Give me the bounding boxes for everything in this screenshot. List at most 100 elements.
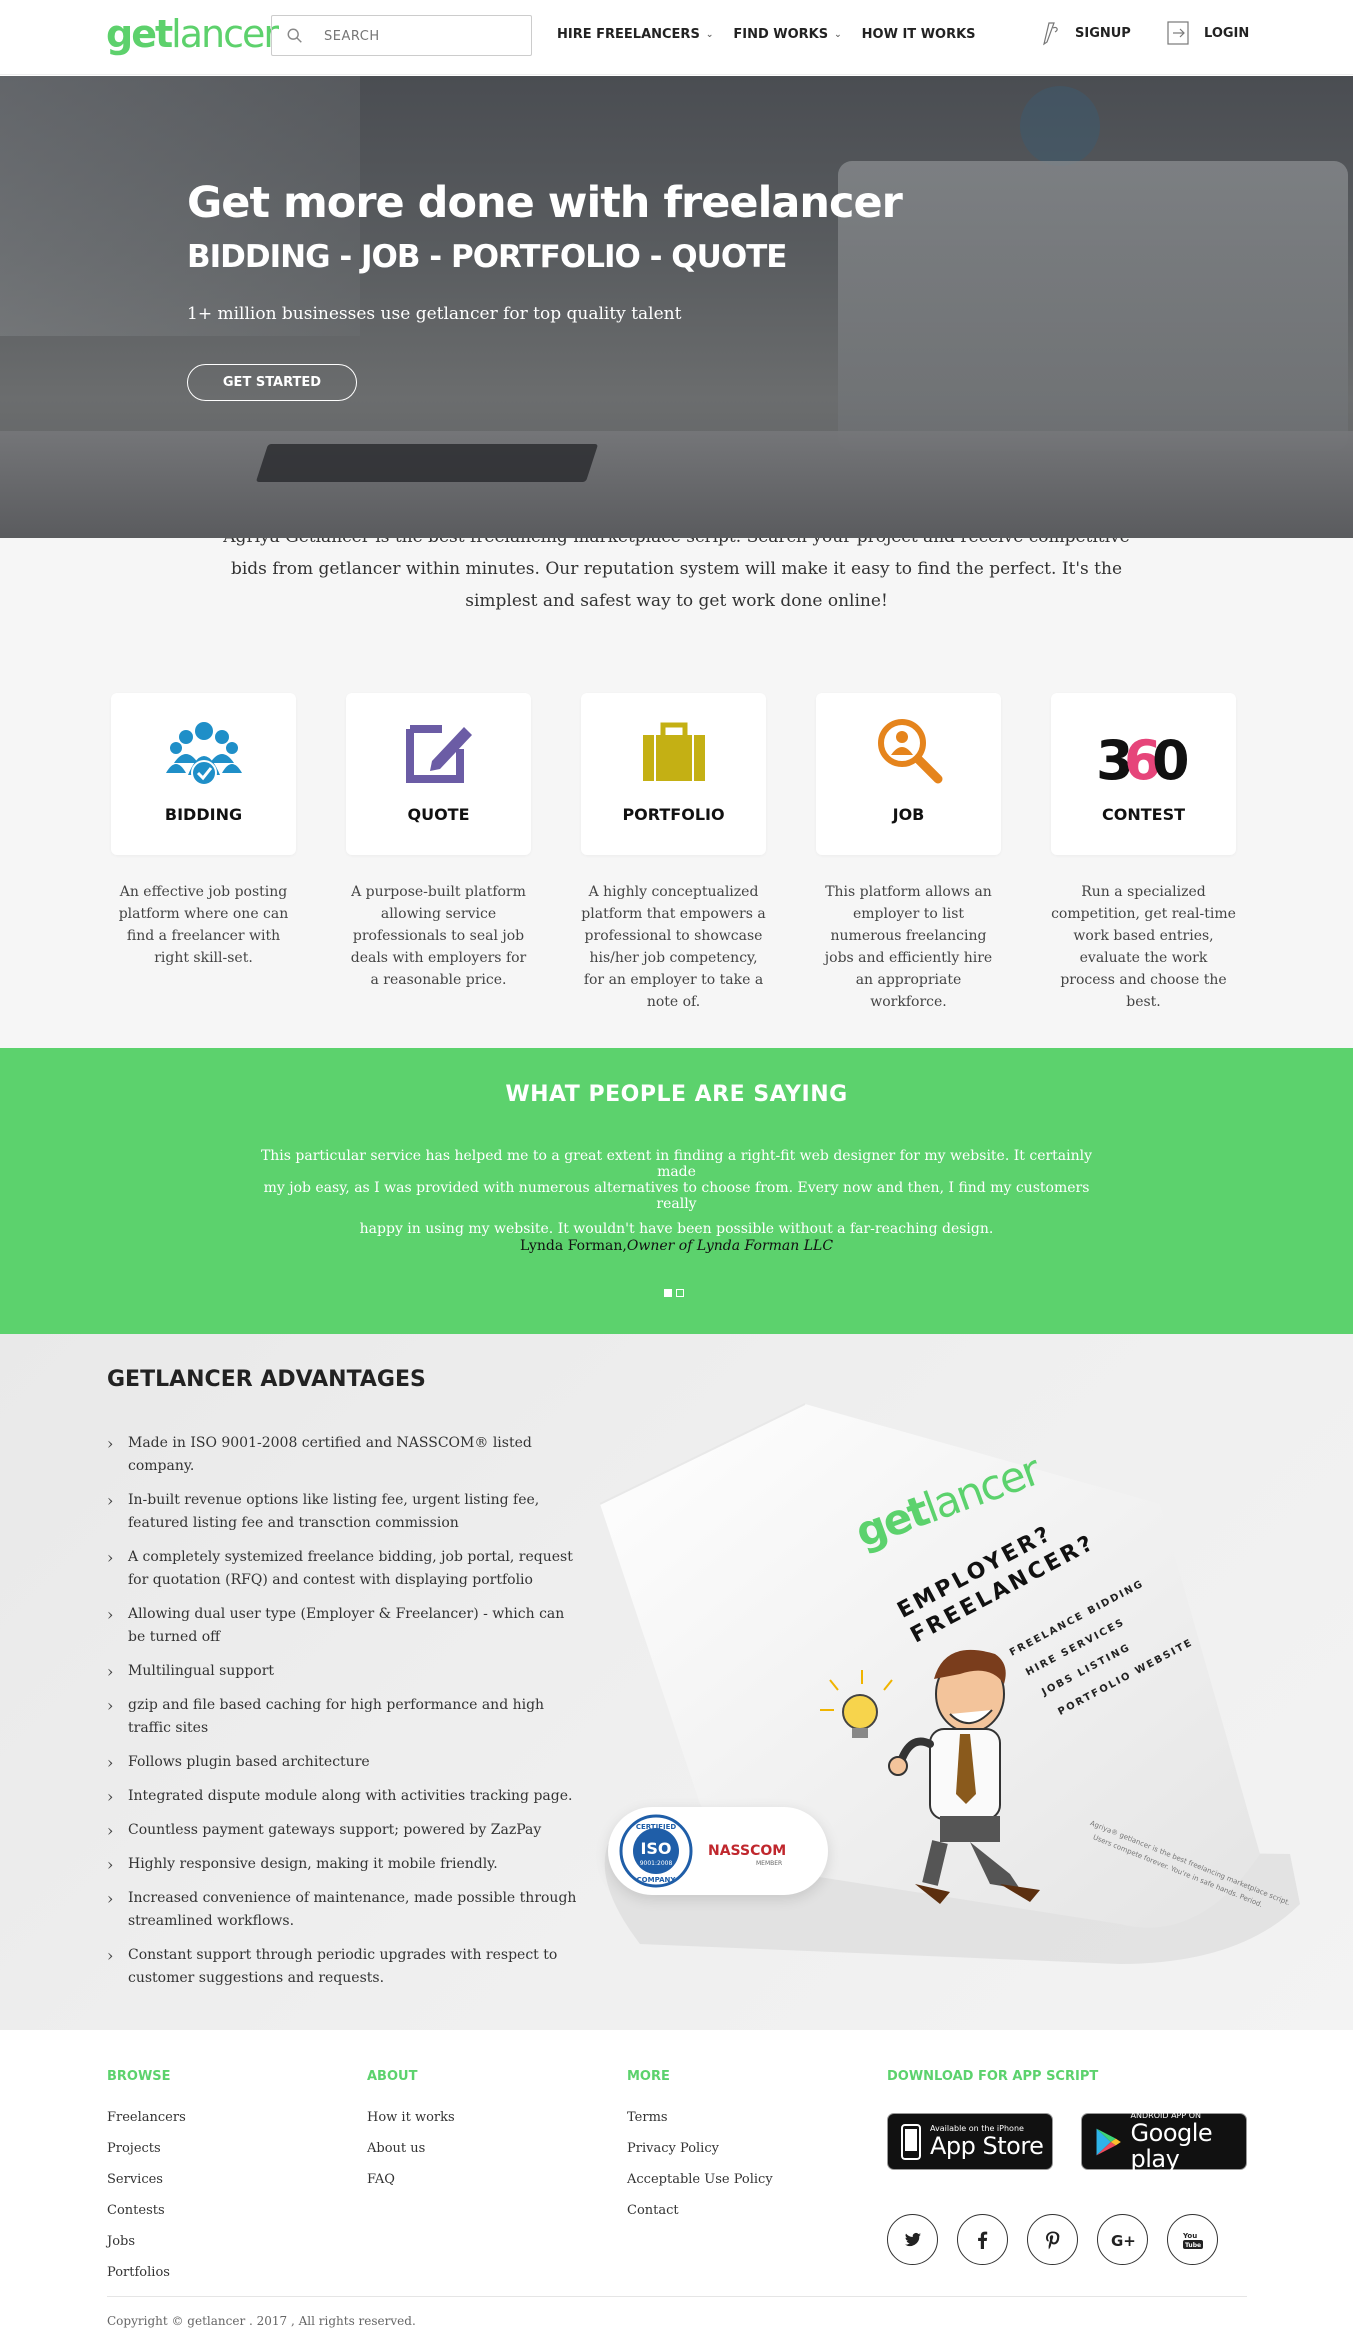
svg-text:You: You <box>1182 2232 1197 2240</box>
footer-about: ABOUT How it works About us FAQ <box>367 2069 455 2195</box>
gplay-big: Google play <box>1130 2119 1213 2173</box>
list-item: gzip and file based caching for high per… <box>107 1694 577 1740</box>
footer-link-privacy[interactable]: Privacy Policy <box>627 2133 773 2164</box>
svg-text:0: 0 <box>1152 729 1187 789</box>
facebook-icon <box>977 2231 987 2249</box>
logo-bold: get <box>106 12 173 56</box>
quote-line: my job easy, as I was provided with nume… <box>263 1180 1090 1212</box>
feature-label: JOB <box>892 805 925 824</box>
certification-badge: CERTIFIED ISO 9001:2008 COMPANY NASSCOM … <box>608 1807 828 1895</box>
feature-desc-portfolio: A highly conceptualized platform that em… <box>581 884 766 1010</box>
testimonial-quote: This particular service has helped me to… <box>255 1148 1098 1240</box>
signup-link[interactable]: SIGNUP <box>1035 18 1131 48</box>
carousel-dot-2[interactable] <box>676 1289 684 1297</box>
footer-browse: BROWSE Freelancers Projects Services Con… <box>107 2069 186 2288</box>
feature-card-job[interactable]: JOB <box>816 693 1001 855</box>
list-item: Constant support through periodic upgrad… <box>107 1944 577 1990</box>
footer-link-jobs[interactable]: Jobs <box>107 2226 186 2257</box>
feature-desc-contest: Run a specialized competition, get real-… <box>1051 884 1236 1010</box>
intro-section: Agriya Getlancer is the best freelancing… <box>0 538 1353 1048</box>
feature-card-portfolio[interactable]: PORTFOLIO <box>581 693 766 855</box>
google-play-button[interactable]: ANDROID APP ON Google play <box>1081 2111 1247 2173</box>
footer-more: MORE Terms Privacy Policy Acceptable Use… <box>627 2069 773 2226</box>
footer-link-freelancers[interactable]: Freelancers <box>107 2102 186 2133</box>
youtube-icon: You Tube <box>1182 2232 1203 2249</box>
list-item: Multilingual support <box>107 1660 577 1683</box>
list-item: Integrated dispute module along with act… <box>107 1785 577 1808</box>
facebook-button[interactable] <box>957 2214 1008 2265</box>
feature-desc-bidding: An effective job posting platform where … <box>118 884 289 966</box>
list-item: Allowing dual user type (Employer & Free… <box>107 1603 577 1649</box>
svg-text:G+: G+ <box>1111 2232 1135 2250</box>
search-box <box>271 15 532 56</box>
hero-tagline: 1+ million businesses use getlancer for … <box>187 304 682 324</box>
login-link[interactable]: LOGIN <box>1164 18 1249 48</box>
footer-link-contact[interactable]: Contact <box>627 2195 773 2226</box>
footer-link-how-it-works[interactable]: How it works <box>367 2102 455 2133</box>
edit-icon <box>405 725 472 783</box>
footer-link-about-us[interactable]: About us <box>367 2133 455 2164</box>
chevron-down-icon: ⌄ <box>705 29 714 40</box>
nav-find-works[interactable]: FIND WORKS ⌄ <box>733 27 841 42</box>
feature-card-quote[interactable]: QUOTE <box>346 693 531 855</box>
footer-divider <box>107 2296 1247 2297</box>
author-role: Owner of Lynda Forman LLC <box>626 1238 834 1254</box>
get-started-button[interactable]: GET STARTED <box>187 364 357 401</box>
nav-label: FIND WORKS <box>733 27 829 42</box>
quote-line: happy in using my website. It wouldn't h… <box>359 1221 994 1237</box>
pinterest-icon <box>1045 2231 1059 2249</box>
iso-text: ISO <box>640 1839 671 1858</box>
google-plus-button[interactable]: G+ <box>1097 2214 1148 2265</box>
hero-bg-desk <box>0 431 1353 538</box>
hero-title: Get more done with freelancer <box>187 178 903 228</box>
footer-link-terms[interactable]: Terms <box>627 2102 773 2133</box>
feature-desc-job: This platform allows an employer to list… <box>824 884 993 1010</box>
list-item: Follows plugin based architecture <box>107 1751 577 1774</box>
feature-card-bidding[interactable]: BIDDING <box>111 693 296 855</box>
footer-link-aup[interactable]: Acceptable Use Policy <box>627 2164 773 2195</box>
search-input[interactable] <box>324 24 519 48</box>
nav-label: HIRE FREELANCERS <box>557 27 700 42</box>
carousel-dot-1[interactable] <box>664 1289 672 1297</box>
app-store-button[interactable]: Available on the iPhone App Store <box>887 2113 1053 2170</box>
hero-bg-globe <box>1020 86 1100 166</box>
testimonial-section: WHAT PEOPLE ARE SAYING This particular s… <box>0 1048 1353 1334</box>
nav-how-it-works[interactable]: HOW IT WORKS <box>862 27 976 42</box>
list-item: In-built revenue options like listing fe… <box>107 1489 577 1535</box>
feature-card-contest[interactable]: 3 6 0 CONTEST <box>1051 693 1236 855</box>
list-item: A completely systemized freelance biddin… <box>107 1546 577 1592</box>
google-play-icon <box>1096 2128 1121 2155</box>
pinterest-button[interactable] <box>1027 2214 1078 2265</box>
nav-hire-freelancers[interactable]: HIRE FREELANCERS ⌄ <box>557 27 713 42</box>
google-plus-icon: G+ <box>1111 2232 1135 2250</box>
login-label: LOGIN <box>1204 25 1250 41</box>
footer-link-projects[interactable]: Projects <box>107 2133 186 2164</box>
footer-link-services[interactable]: Services <box>107 2164 186 2195</box>
author-name: Lynda Forman, <box>519 1238 627 1254</box>
testimonial-author: Lynda Forman,Owner of Lynda Forman LLC <box>0 1238 1353 1254</box>
feature-desc-quote: A purpose-built platform allowing servic… <box>350 884 527 988</box>
search-icon[interactable] <box>286 27 304 45</box>
signup-pen-icon <box>1043 22 1058 46</box>
twitter-button[interactable] <box>887 2214 938 2265</box>
advantages-section: GETLANCER ADVANTAGES Made in ISO 9001-20… <box>0 1334 1353 2030</box>
footer-heading: MORE <box>627 2069 670 2084</box>
feature-label: PORTFOLIO <box>622 805 725 824</box>
intro-text-content: Agriya Getlancer is the best freelancing… <box>223 538 1129 611</box>
footer-link-portfolios[interactable]: Portfolios <box>107 2257 186 2288</box>
site-logo[interactable]: getlancer <box>106 12 279 56</box>
advantages-heading: GETLANCER ADVANTAGES <box>107 1367 426 1392</box>
footer-link-faq[interactable]: FAQ <box>367 2164 455 2195</box>
iso-top-text: CERTIFIED <box>636 1823 677 1831</box>
site-footer: BROWSE Freelancers Projects Services Con… <box>0 2030 1353 2330</box>
appstore-big: App Store <box>930 2132 1044 2160</box>
twitter-icon <box>904 2232 921 2246</box>
advantages-list: Made in ISO 9001-2008 certified and NASS… <box>107 1432 577 2001</box>
youtube-button[interactable]: You Tube <box>1167 2214 1218 2265</box>
footer-link-contests[interactable]: Contests <box>107 2195 186 2226</box>
iso-number: 9001:2008 <box>640 1860 673 1867</box>
footer-heading: ABOUT <box>367 2069 418 2084</box>
signup-label: SIGNUP <box>1075 25 1131 41</box>
logo-light: lancer <box>171 12 279 56</box>
list-item: Made in ISO 9001-2008 certified and NASS… <box>107 1432 577 1478</box>
